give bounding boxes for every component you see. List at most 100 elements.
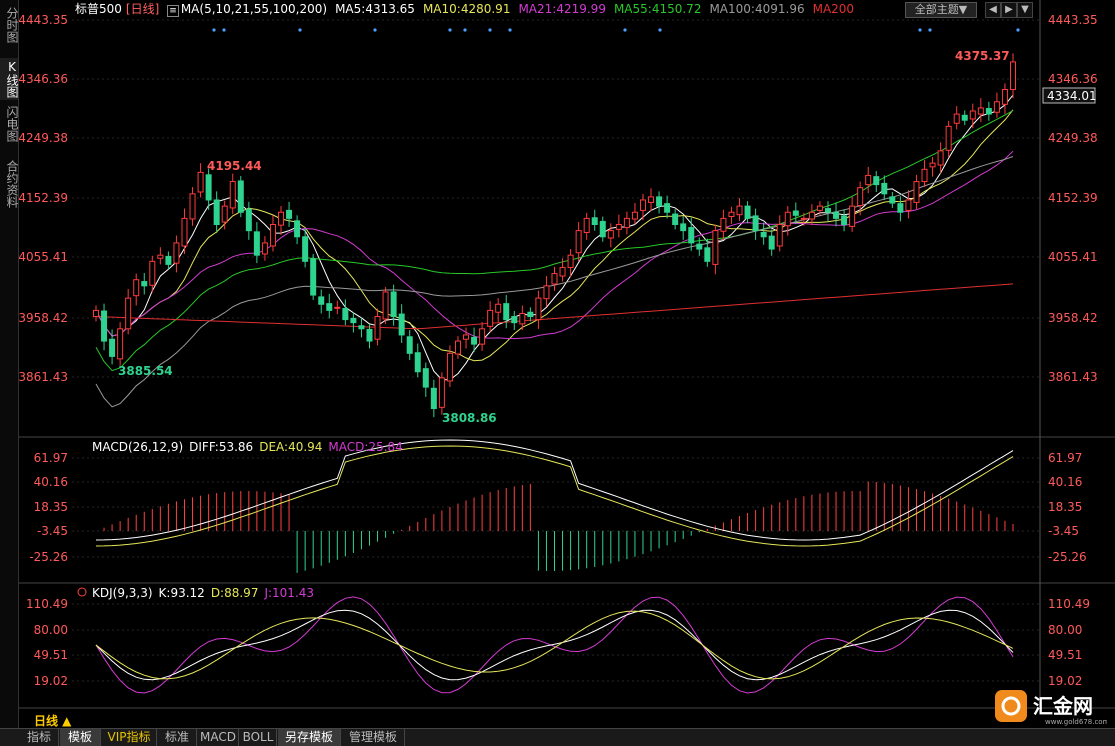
macd-tick-left: 61.97: [34, 451, 68, 465]
kdj-tick-right: 80.00: [1048, 623, 1082, 637]
scroll-down-icon[interactable]: ▼: [1017, 2, 1033, 18]
candle-body: [165, 255, 172, 265]
macd-diff-line: [95, 439, 1014, 541]
tab-manage-templates[interactable]: 管理模板: [342, 729, 405, 746]
tab-save-template[interactable]: 另存模板: [278, 729, 341, 746]
candle-body: [993, 101, 1000, 113]
settings-icon[interactable]: [77, 587, 87, 597]
chart-area[interactable]: 4443.35 4443.35 4346.36 4346.36 4249.38 4249.…: [18, 0, 1115, 725]
annotation-low-2: 3808.86: [442, 411, 497, 425]
next-arrow-icon[interactable]: ▶: [1001, 2, 1017, 18]
tab-kline-chart[interactable]: K线图: [0, 58, 19, 100]
tab-indicators[interactable]: 指标: [20, 729, 59, 746]
candle-body: [607, 230, 614, 239]
price-tick-right: 4055.41: [1048, 250, 1098, 264]
candle-body: [487, 309, 494, 327]
event-marker: [212, 28, 216, 32]
candle-body: [953, 113, 960, 124]
tab-contract-info[interactable]: 合约资料: [0, 156, 19, 212]
event-marker: [508, 28, 512, 32]
candle-body: [599, 220, 606, 238]
tab-vip-indicators[interactable]: VIP指标: [102, 729, 157, 746]
candle-body: [937, 150, 944, 166]
candle-body: [639, 199, 646, 211]
candle-body: [905, 199, 912, 211]
tab-standard[interactable]: 标准: [158, 729, 197, 746]
candle-body: [849, 205, 856, 227]
macd-tick-left: 40.16: [34, 475, 68, 489]
candle-body: [382, 291, 389, 320]
kdj-j-line: [95, 596, 1014, 694]
kdj-title: KDJ(9,3,3): [92, 586, 153, 600]
tab-macd[interactable]: MACD: [198, 729, 239, 746]
event-marker: [373, 28, 377, 32]
price-tick-right: 3958.42: [1048, 311, 1098, 325]
candle-body: [125, 297, 132, 330]
macd-tick-left: 18.35: [34, 500, 68, 514]
candle-body: [253, 231, 260, 256]
symbol-name: 标普500: [75, 2, 122, 16]
candle-body: [326, 303, 333, 311]
tab-templates[interactable]: 模板: [60, 729, 101, 746]
event-marker: [918, 28, 922, 32]
candle-body: [808, 211, 815, 220]
event-marker: [928, 28, 932, 32]
watermark-brand: 汇金网: [1033, 694, 1093, 718]
candle-body: [454, 340, 461, 355]
tab-flash-chart[interactable]: 闪电图: [0, 102, 19, 146]
kdj-tick-left: 80.00: [34, 623, 68, 637]
candle-body: [656, 196, 663, 207]
price-tick-left: 3861.43: [19, 370, 68, 384]
candle-body: [535, 297, 542, 321]
price-tick-left: 4055.41: [19, 250, 68, 264]
candle-body: [857, 187, 864, 206]
price-tick-right: 4346.36: [1048, 72, 1098, 86]
candle-body: [101, 310, 108, 342]
macd-value: MACD:25.84: [328, 440, 403, 454]
kdj-k-value: K:93.12: [158, 586, 205, 600]
candle-body: [422, 368, 429, 388]
candle-body: [768, 235, 775, 250]
tab-intraday-chart[interactable]: 分时图: [0, 4, 19, 46]
ma-legend: 标普500 [日线] ≡ MA(5,10,21,55,100,200) MA5:4313…: [75, 2, 862, 17]
candle-body: [278, 211, 285, 226]
event-marker: [658, 28, 662, 32]
price-tick-right: 3861.43: [1048, 370, 1098, 384]
candle-body: [406, 336, 413, 354]
event-marker: [298, 28, 302, 32]
candle-body: [205, 174, 212, 201]
kdj-k-line: [95, 609, 1014, 681]
kdj-tick-right: 110.49: [1048, 597, 1090, 611]
candle-body: [977, 107, 984, 115]
candle-body: [551, 273, 558, 285]
macd-diff-value: DIFF:53.86: [189, 440, 254, 454]
candle-body: [302, 236, 309, 262]
macd-tick-right: 18.35: [1048, 500, 1082, 514]
candle-body: [776, 224, 783, 247]
price-tick-left: 4152.39: [19, 191, 68, 205]
ma200-value: MA200: [812, 2, 855, 16]
candle-body: [213, 199, 220, 226]
macd-dea-value: DEA:40.94: [259, 440, 323, 454]
ma-legend-icon[interactable]: ≡: [167, 5, 179, 17]
sidebar: 分时图 K线图 闪电图 合约资料: [0, 0, 19, 728]
tab-boll[interactable]: BOLL: [240, 729, 277, 746]
chart-canvas[interactable]: 4443.35 4443.35 4346.36 4346.36 4249.38 4249.…: [18, 0, 1115, 725]
period-selector[interactable]: 日线 ▲: [34, 712, 71, 729]
candle-body: [350, 317, 357, 324]
candle-body: [744, 205, 751, 219]
prev-arrow-icon[interactable]: ◀: [985, 2, 1001, 18]
candle-body: [969, 110, 976, 120]
watermark-logo: 汇金网 www.gold678.com: [995, 686, 1110, 726]
ma10-value: MA10:4280.91: [422, 2, 511, 16]
candle-body: [414, 352, 421, 373]
candle-body: [945, 125, 952, 151]
annotation-high-1: 4195.44: [207, 159, 262, 173]
candle-body: [133, 279, 140, 297]
candle-body: [752, 215, 759, 232]
candle-body: [310, 258, 317, 296]
ma100-value: MA100:4091.96: [709, 2, 805, 16]
theme-dropdown[interactable]: 全部主题▼: [905, 2, 977, 18]
macd-legend: MACD(26,12,9) DIFF:53.86 DEA:40.94 MACD:25.…: [92, 440, 409, 454]
candle-body: [157, 254, 164, 259]
